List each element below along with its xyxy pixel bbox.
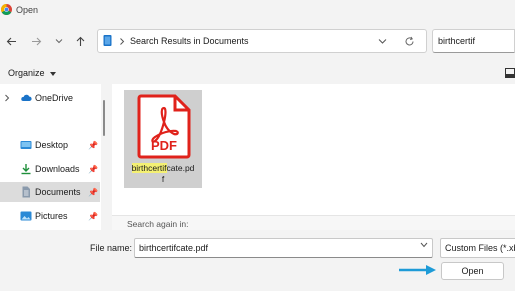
pictures-icon <box>20 211 32 221</box>
search-match-highlight: birthcertif <box>131 163 167 173</box>
expand-chevron-icon[interactable] <box>4 94 10 102</box>
sidebar-scrollbar[interactable] <box>103 100 105 136</box>
sidebar-item-label: Desktop <box>35 140 69 150</box>
open-button[interactable]: Open <box>441 262 504 280</box>
command-bar <box>0 62 515 84</box>
sidebar-item-pictures[interactable]: Pictures 📌 <box>0 206 100 226</box>
search-again-label: Search again in: <box>127 219 189 229</box>
sidebar-item-downloads[interactable]: Downloads 📌 <box>0 159 100 179</box>
organize-button[interactable]: Organize <box>8 68 57 78</box>
sidebar-item-label: OneDrive <box>35 93 74 103</box>
pdf-icon-label: PDF <box>151 138 177 153</box>
desktop-icon <box>20 141 32 149</box>
back-arrow-icon[interactable] <box>3 33 19 49</box>
file-name-field-label: File name: <box>90 243 133 253</box>
title-bar <box>0 0 515 22</box>
cloud-icon <box>21 94 32 101</box>
organize-label: Organize <box>8 68 45 78</box>
pin-icon[interactable]: 📌 <box>88 165 98 174</box>
refresh-icon[interactable] <box>404 36 415 47</box>
file-name-dropdown-chevron-icon[interactable] <box>420 242 428 248</box>
search-again-bar: Search again in: <box>112 215 515 231</box>
forward-arrow-icon[interactable] <box>28 33 44 49</box>
library-icon <box>103 35 112 46</box>
sidebar-item-label: Documents <box>35 187 81 197</box>
pdf-icon: PDF <box>137 94 191 159</box>
sidebar-item-onedrive[interactable]: OneDrive <box>0 88 100 108</box>
document-icon <box>22 186 30 198</box>
pin-icon[interactable]: 📌 <box>88 212 98 221</box>
recent-locations-chevron-icon[interactable] <box>51 33 67 49</box>
pin-icon[interactable]: 📌 <box>88 188 98 197</box>
pin-icon[interactable]: 📌 <box>88 141 98 150</box>
caret-down-icon <box>50 71 57 76</box>
view-pane-icon[interactable] <box>505 68 515 78</box>
window-title: Open <box>16 5 39 15</box>
address-dropdown-chevron-icon[interactable] <box>378 38 387 45</box>
sidebar-item-desktop[interactable]: Desktop 📌 <box>0 135 100 155</box>
file-name-label: birthcertifcate.pd f <box>131 163 195 184</box>
download-icon <box>21 164 31 175</box>
sidebar-item-label: Pictures <box>35 211 68 221</box>
sidebar-item-label: Downloads <box>35 164 80 174</box>
up-arrow-icon[interactable] <box>72 33 88 49</box>
file-name-input-value: birthcertifcate.pdf <box>139 243 209 253</box>
breadcrumb-chevron-icon[interactable] <box>119 38 125 45</box>
sidebar-item-documents[interactable]: Documents 📌 <box>0 182 100 202</box>
chrome-icon <box>1 4 12 15</box>
file-type-select-value: Custom Files (*.xb <box>445 243 515 253</box>
pointer-arrow-icon <box>399 265 436 275</box>
navigation-pane: OneDrive Desktop 📌 Downloads 📌 Documents… <box>0 84 101 230</box>
search-input-value: birthcertif <box>438 36 476 46</box>
breadcrumb-search-results[interactable]: Search Results in Documents <box>130 36 249 46</box>
